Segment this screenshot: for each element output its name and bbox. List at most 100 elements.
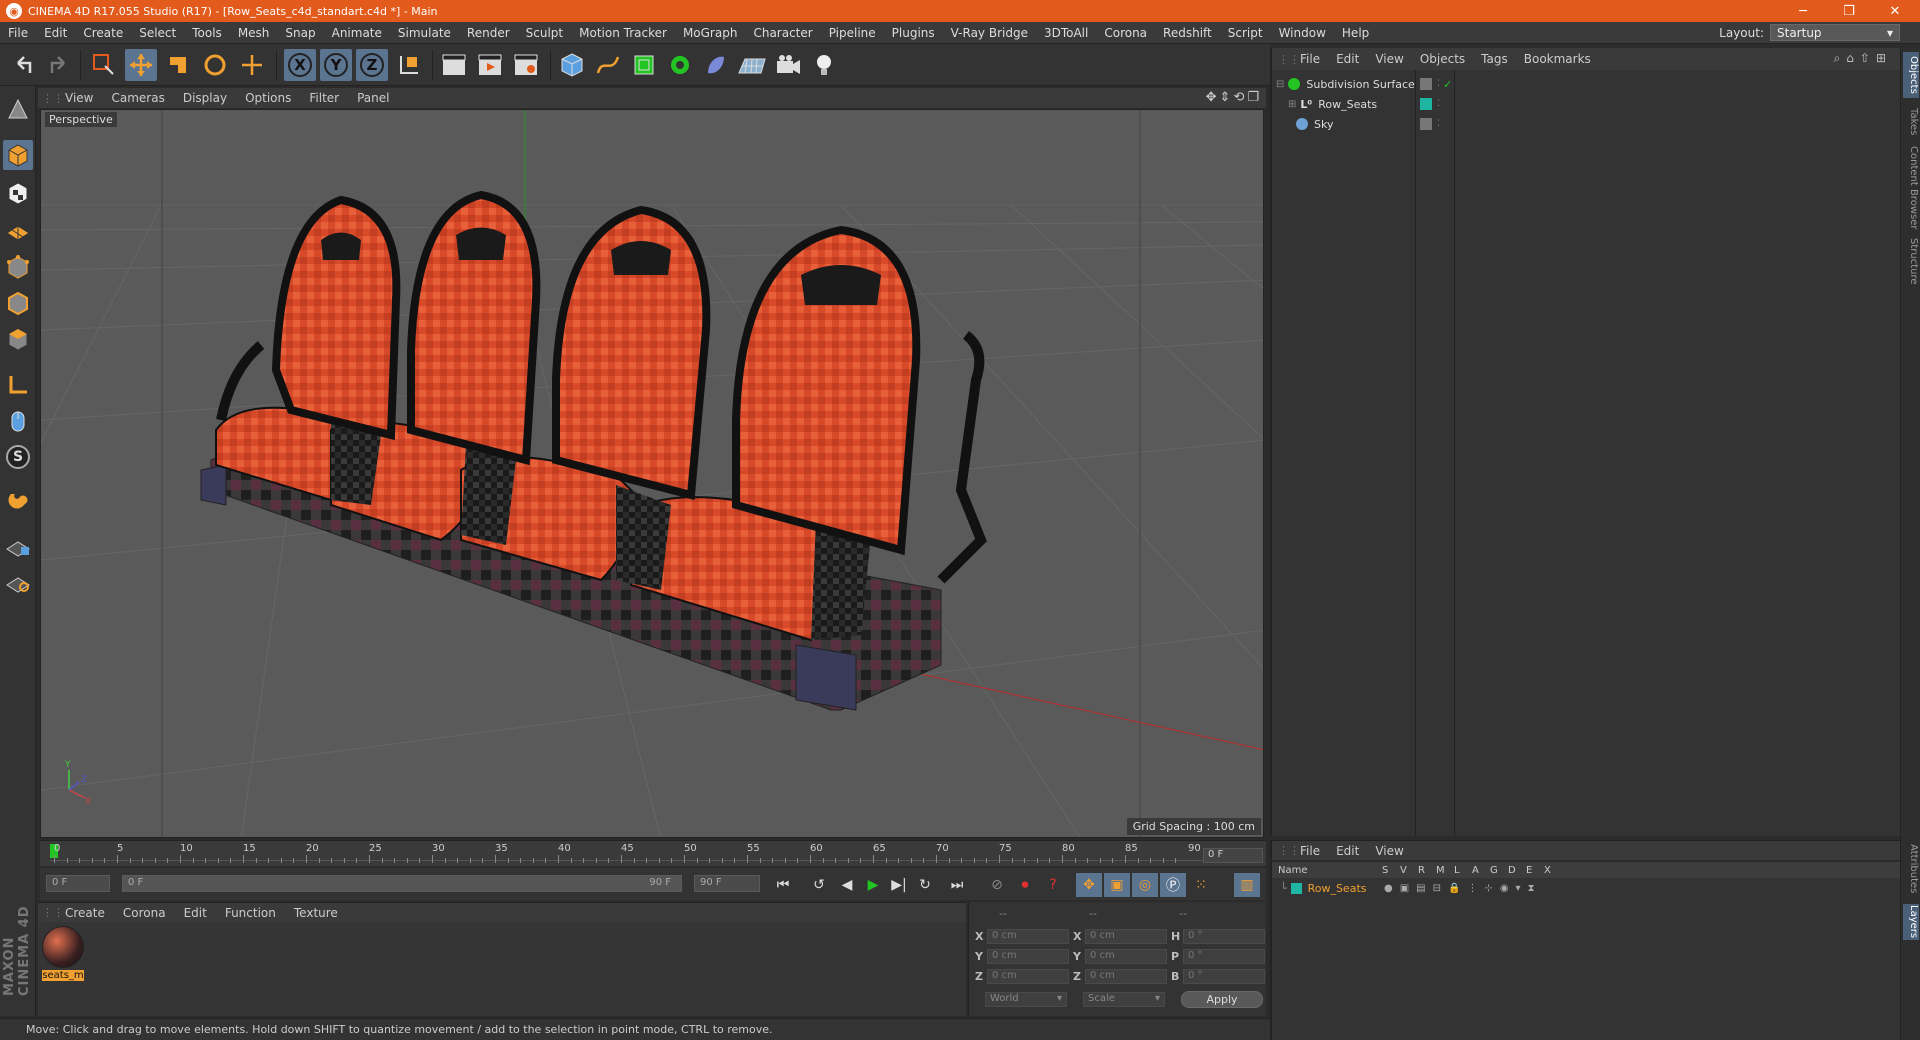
viewport-camera-label[interactable]: Perspective — [45, 112, 117, 127]
menu-mesh[interactable]: Mesh — [230, 26, 278, 40]
close-button[interactable]: ✕ — [1872, 0, 1918, 22]
undo-button[interactable] — [8, 49, 40, 81]
viewport-menu-view[interactable]: View — [56, 91, 102, 105]
layer-toggle-icons[interactable]: ●▣▤⊟🔒⋮⊹◉▾⧗ — [1384, 883, 1542, 894]
move-tool-button[interactable] — [125, 49, 157, 81]
tab-takes[interactable]: Takes — [1903, 104, 1919, 140]
restore-button[interactable]: ❐ — [1826, 0, 1872, 22]
previous-key-button[interactable]: ↺ — [806, 873, 832, 897]
layout-dropdown[interactable]: Startup ▾ — [1770, 24, 1900, 41]
collapse-icon[interactable]: ⊟ — [1276, 79, 1284, 90]
menu-tools[interactable]: Tools — [184, 26, 230, 40]
add-deformer-button[interactable] — [700, 49, 732, 81]
add-floor-button[interactable] — [736, 49, 768, 81]
next-key-button[interactable]: ↻ — [912, 873, 938, 897]
add-spline-button[interactable] — [592, 49, 624, 81]
snap-button[interactable] — [3, 484, 33, 514]
render-view-button[interactable] — [438, 49, 470, 81]
position-x-field[interactable]: 0 cm — [987, 929, 1069, 944]
workplane-lock-button[interactable] — [3, 530, 33, 560]
model-mode-button[interactable] — [3, 140, 33, 170]
autokey-button[interactable]: ⏺ — [1012, 873, 1038, 897]
layer-tag-icon[interactable] — [1420, 118, 1432, 130]
coordinate-system-button[interactable] — [393, 49, 425, 81]
position-z-field[interactable]: 0 cm — [987, 969, 1069, 984]
layer-row-row-seats[interactable]: └ Row_Seats ●▣▤⊟🔒⋮⊹◉▾⧗ — [1272, 878, 1902, 898]
menu-animate[interactable]: Animate — [324, 26, 390, 40]
go-to-start-button[interactable]: ⏮ — [770, 873, 796, 897]
previous-frame-button[interactable]: ◀ — [834, 873, 860, 897]
layer-color-icon[interactable] — [1420, 98, 1432, 110]
apply-button[interactable]: Apply — [1181, 991, 1263, 1008]
menu-select[interactable]: Select — [131, 26, 184, 40]
layer-menu-edit[interactable]: Edit — [1328, 844, 1367, 858]
next-frame-button[interactable]: ▶| — [886, 873, 912, 897]
viewport-menu-options[interactable]: Options — [236, 91, 300, 105]
recent-tool-button[interactable] — [236, 49, 268, 81]
material-menu-texture[interactable]: Texture — [285, 906, 347, 920]
planar-workplane-button[interactable] — [3, 566, 33, 596]
menu-sculpt[interactable]: Sculpt — [518, 26, 571, 40]
material-menu-function[interactable]: Function — [216, 906, 285, 920]
points-mode-button[interactable] — [3, 252, 33, 282]
enabled-check-icon[interactable]: ✓ — [1443, 78, 1452, 91]
key-position-button[interactable]: ✥ — [1076, 873, 1102, 897]
object-row-sky[interactable]: Sky ⁚ — [1272, 114, 1902, 134]
object-menu-file[interactable]: File — [1292, 52, 1328, 66]
tab-layers[interactable]: Layers — [1903, 904, 1919, 940]
tab-objects[interactable]: Objects — [1903, 52, 1919, 98]
render-to-picture-viewer-button[interactable] — [474, 49, 506, 81]
x-axis-lock-button[interactable]: X — [284, 49, 316, 81]
live-selection-button[interactable] — [88, 49, 120, 81]
y-axis-lock-button[interactable]: Y — [320, 49, 352, 81]
coord-mode-dropdown[interactable]: World ▾ — [985, 992, 1067, 1007]
menu-file[interactable]: File — [0, 26, 36, 40]
layer-menu-file[interactable]: File — [1292, 844, 1328, 858]
object-menu-bookmarks[interactable]: Bookmarks — [1516, 52, 1599, 66]
layer-color-swatch[interactable] — [1290, 882, 1302, 894]
layer-tag-icon[interactable] — [1420, 78, 1432, 90]
polygons-mode-button[interactable] — [3, 324, 33, 354]
redo-button[interactable] — [42, 49, 74, 81]
axis-mode-button[interactable] — [3, 370, 33, 400]
add-light-button[interactable] — [808, 49, 840, 81]
play-button[interactable]: ▶ — [860, 873, 886, 897]
tab-structure[interactable]: Structure — [1903, 236, 1919, 286]
workplane-mode-button[interactable] — [3, 214, 33, 244]
menu-plugins[interactable]: Plugins — [884, 26, 943, 40]
menu-edit[interactable]: Edit — [36, 26, 75, 40]
menu-script[interactable]: Script — [1220, 26, 1271, 40]
3d-viewport[interactable]: Y Z X Perspective Grid Spacing : 100 cm — [40, 109, 1264, 838]
key-scale-button[interactable]: ▣ — [1104, 873, 1130, 897]
material-menu-create[interactable]: Create — [56, 906, 114, 920]
rotate-tool-button[interactable] — [199, 49, 231, 81]
texture-mode-button[interactable] — [3, 178, 33, 208]
menu-motion-tracker[interactable]: Motion Tracker — [571, 26, 675, 40]
object-menu-tags[interactable]: Tags — [1473, 52, 1516, 66]
transform-mode-dropdown[interactable]: Scale ▾ — [1083, 992, 1165, 1007]
start-frame-field[interactable]: 0 F — [46, 875, 110, 892]
viewport-menu-display[interactable]: Display — [174, 91, 236, 105]
size-z-field[interactable]: 0 cm — [1085, 969, 1167, 984]
current-frame-field[interactable]: 0 F — [1203, 848, 1263, 863]
rotation-b-field[interactable]: 0 ° — [1183, 969, 1265, 984]
menu-mograph[interactable]: MoGraph — [675, 26, 746, 40]
menu-window[interactable]: Window — [1271, 26, 1334, 40]
rotation-h-field[interactable]: 0 ° — [1183, 929, 1265, 944]
edges-mode-button[interactable] — [3, 288, 33, 318]
menu-snap[interactable]: Snap — [277, 26, 323, 40]
material-menu-edit[interactable]: Edit — [175, 906, 216, 920]
object-menu-view[interactable]: View — [1367, 52, 1411, 66]
z-axis-lock-button[interactable]: Z — [356, 49, 388, 81]
timeline-ruler[interactable]: 0 5 10 15 20 25 30 35 40 45 50 55 60 65 70 75 80 85 90 0 F — [40, 840, 1266, 866]
menu-pipeline[interactable]: Pipeline — [821, 26, 884, 40]
frame-range-slider[interactable]: 0 F 90 F — [122, 875, 682, 892]
add-cube-button[interactable] — [556, 49, 588, 81]
timeline-window-button[interactable]: ▥ — [1234, 873, 1260, 897]
object-manager-nav-icons[interactable]: ⌕⌂⇧⊞ — [1834, 51, 1892, 66]
tweak-mode-button[interactable] — [3, 406, 33, 436]
menu-create[interactable]: Create — [75, 26, 131, 40]
add-nurbs-button[interactable] — [628, 49, 660, 81]
edit-render-settings-button[interactable] — [510, 49, 542, 81]
key-parameter-button[interactable]: Ⓟ — [1160, 873, 1186, 897]
